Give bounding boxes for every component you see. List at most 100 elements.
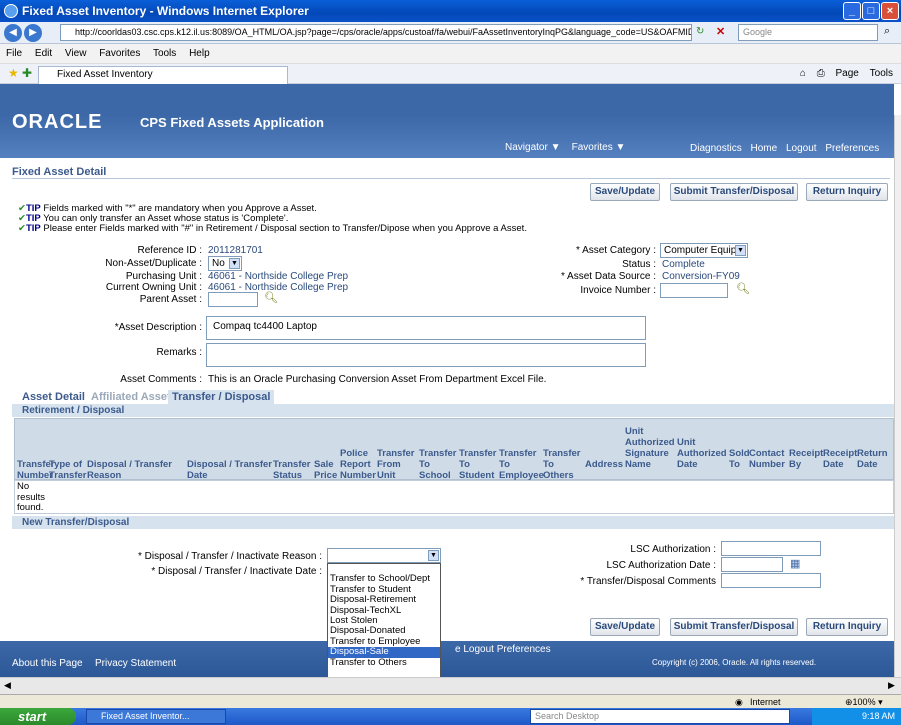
lsc-auth-label: LSC Authorization : bbox=[630, 544, 716, 555]
transfer-comments-label: * Transfer/Disposal Comments bbox=[580, 576, 716, 587]
navigator-menu[interactable]: Navigator ▼ bbox=[505, 142, 561, 153]
asset-category-select[interactable]: Computer Equip ▼ bbox=[660, 243, 748, 258]
refresh-icon[interactable]: ↻ bbox=[696, 26, 704, 37]
favorites-menu[interactable]: Favorites ▼ bbox=[572, 142, 626, 153]
search-icon[interactable]: 🔍︎ bbox=[264, 291, 278, 304]
col-to-others: Transfer To Others bbox=[543, 448, 581, 481]
submit-transfer-button-bottom[interactable]: Submit Transfer/Disposal bbox=[670, 618, 798, 636]
scroll-left-icon[interactable]: ◀ bbox=[4, 680, 11, 691]
print-icon[interactable]: ⎙ bbox=[817, 68, 825, 79]
start-button[interactable]: start bbox=[0, 708, 76, 725]
parent-asset-input[interactable] bbox=[208, 292, 258, 307]
reason-label: * Disposal / Transfer / Inactivate Reaso… bbox=[138, 551, 322, 562]
url-input[interactable]: http://coorldas03.csc.cps.k12.il.us:8089… bbox=[60, 24, 692, 41]
desktop-search-input[interactable]: Search Desktop bbox=[530, 709, 790, 724]
purchasing-unit-label: Purchasing Unit : bbox=[125, 271, 202, 282]
horizontal-scrollbar[interactable]: ◀ ▶ bbox=[0, 677, 901, 694]
menu-favorites[interactable]: Favorites bbox=[99, 48, 140, 59]
copyright-text: Copyright (c) 2006, Oracle. All rights r… bbox=[652, 658, 817, 667]
save-button-bottom[interactable]: Save/Update bbox=[590, 618, 660, 636]
lsc-date-input[interactable] bbox=[721, 557, 783, 572]
col-from-unit: Transfer From Unit bbox=[377, 448, 415, 481]
close-button[interactable]: × bbox=[881, 2, 899, 20]
minimize-button[interactable]: _ bbox=[843, 2, 861, 20]
col-receipt-date: Receipt Date bbox=[823, 448, 858, 470]
page-menu[interactable]: Page bbox=[836, 68, 859, 79]
return-inquiry-button-top[interactable]: Return Inquiry bbox=[806, 183, 888, 201]
diagnostics-link[interactable]: Diagnostics bbox=[690, 143, 742, 154]
menu-help[interactable]: Help bbox=[189, 48, 210, 59]
privacy-link[interactable]: Privacy Statement bbox=[95, 658, 176, 669]
search-icon[interactable]: ⌕ bbox=[884, 25, 890, 38]
reason-select[interactable]: ▼ bbox=[327, 548, 441, 563]
window-title: Fixed Asset Inventory - Windows Internet… bbox=[22, 4, 309, 18]
footer-center-links[interactable]: e Logout Preferences bbox=[455, 644, 551, 655]
globe-icon: ◉ bbox=[735, 697, 743, 707]
favorites-star-icon[interactable]: ★ bbox=[8, 66, 19, 80]
owning-unit-label: Current Owning Unit : bbox=[105, 282, 202, 293]
search-icon[interactable]: 🔍︎ bbox=[736, 282, 750, 295]
save-button-top[interactable]: Save/Update bbox=[590, 183, 660, 201]
search-input[interactable]: Google bbox=[738, 24, 878, 41]
forward-icon[interactable]: ▶ bbox=[24, 24, 42, 42]
task-ie-window[interactable]: Fixed Asset Inventor... bbox=[86, 709, 226, 724]
dropdown-option[interactable]: Transfer to Others bbox=[328, 657, 440, 668]
transfer-comments-input[interactable] bbox=[721, 573, 821, 588]
asset-category-label: * Asset Category : bbox=[575, 245, 656, 256]
taskbar: start Fixed Asset Inventor... Search Des… bbox=[0, 708, 901, 725]
non-asset-label: Non-Asset/Duplicate : bbox=[105, 258, 202, 269]
remarks-textarea[interactable] bbox=[206, 343, 646, 367]
tab-asset-detail[interactable]: Asset Detail bbox=[22, 390, 85, 404]
data-source-label: * Asset Data Source : bbox=[560, 271, 656, 282]
reference-id-label: Reference ID : bbox=[137, 245, 202, 256]
submit-transfer-button-top[interactable]: Submit Transfer/Disposal bbox=[670, 183, 798, 201]
col-contact-number: Contact Number bbox=[749, 448, 785, 470]
col-date: Disposal / Transfer Date bbox=[187, 459, 273, 481]
scroll-right-icon[interactable]: ▶ bbox=[888, 680, 895, 691]
status-bar: ◉ Internet ⊕100% ▾ bbox=[0, 694, 901, 708]
home-icon[interactable]: ⌂ bbox=[800, 68, 806, 79]
logout-link[interactable]: Logout bbox=[786, 143, 817, 154]
col-police-report: Police Report Number bbox=[340, 448, 376, 481]
stop-icon[interactable]: ✕ bbox=[716, 25, 725, 38]
col-to-student: Transfer To Student bbox=[459, 448, 497, 481]
ie-toolbar: ⌂ ⎙ Page Tools bbox=[792, 66, 893, 82]
lsc-auth-input[interactable] bbox=[721, 541, 821, 556]
tab-affiliated-asset[interactable]: Affiliated Asset bbox=[91, 390, 171, 404]
col-to-employee: Transfer To Employee bbox=[499, 448, 544, 481]
tab-transfer-disposal[interactable]: Transfer / Disposal bbox=[168, 390, 275, 404]
add-favorite-icon[interactable]: ✚ bbox=[22, 66, 32, 80]
home-link[interactable]: Home bbox=[750, 143, 777, 154]
description-textarea[interactable]: Compaq tc4400 Laptop bbox=[206, 316, 646, 340]
invoice-input[interactable] bbox=[660, 283, 728, 298]
col-authorized-date: Unit Authorized Date bbox=[677, 437, 727, 470]
vertical-scrollbar[interactable] bbox=[894, 115, 901, 677]
app-name: CPS Fixed Assets Application bbox=[140, 115, 324, 130]
calendar-icon[interactable]: ▦ bbox=[790, 557, 800, 570]
description-label: *Asset Description : bbox=[114, 322, 202, 333]
purchasing-unit-value: 46061 - Northside College Prep bbox=[208, 271, 349, 282]
return-inquiry-button-bottom[interactable]: Return Inquiry bbox=[806, 618, 888, 636]
tools-menu[interactable]: Tools bbox=[870, 68, 893, 79]
about-page-link[interactable]: About this Page bbox=[12, 658, 83, 669]
retirement-section-header: Retirement / Disposal bbox=[12, 404, 894, 417]
comments-value: This is an Oracle Purchasing Conversion … bbox=[208, 374, 547, 385]
zoom-text[interactable]: ⊕100% ▾ bbox=[845, 695, 883, 709]
menu-view[interactable]: View bbox=[65, 48, 87, 59]
lsc-date-label: LSC Authorization Date : bbox=[606, 560, 716, 571]
maximize-button[interactable]: □ bbox=[862, 2, 880, 20]
back-icon[interactable]: ◀ bbox=[4, 24, 22, 42]
preferences-link[interactable]: Preferences bbox=[825, 143, 879, 154]
non-asset-select[interactable]: No ▼ bbox=[208, 256, 242, 271]
global-links: Diagnostics Home Logout Preferences bbox=[690, 143, 885, 154]
menu-tools[interactable]: Tools bbox=[153, 48, 176, 59]
nav-links: Navigator ▼ Favorites ▼ bbox=[505, 142, 625, 153]
tip-3: ✔TIP Please enter Fields marked with "#"… bbox=[18, 223, 527, 234]
col-status: Transfer Status bbox=[273, 459, 311, 481]
col-type-of-transfer: Type of Transfer bbox=[49, 459, 87, 481]
menu-edit[interactable]: Edit bbox=[35, 48, 52, 59]
invoice-label: Invoice Number : bbox=[580, 285, 656, 296]
menu-file[interactable]: File bbox=[6, 48, 22, 59]
tab-fixed-asset-inventory[interactable]: Fixed Asset Inventory bbox=[38, 66, 288, 84]
header-frame bbox=[0, 84, 894, 115]
